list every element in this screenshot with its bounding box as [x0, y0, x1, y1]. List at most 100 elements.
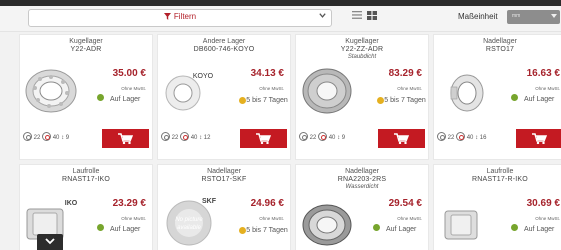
unit-dropdown-value: mm: [512, 13, 521, 19]
product-category: Laufrolle: [72, 168, 100, 175]
availability-dot: [97, 94, 104, 101]
availability-dot: [97, 224, 104, 231]
dimensions: 22 40 ↕ 9: [23, 132, 69, 141]
needle-bearing-image[interactable]: [437, 63, 493, 117]
availability-text: Auf Lager: [524, 96, 555, 103]
product-price: 83.29 €: [388, 68, 422, 79]
availability-dot: [511, 94, 518, 101]
toolbar: Filtern Maßeinheit mm: [0, 6, 561, 32]
availability-text: Auf Lager: [386, 226, 417, 233]
product-price: 23.29 €: [112, 198, 146, 209]
tax-note: Ohne MwSt.: [535, 86, 560, 91]
cart-icon: [118, 133, 133, 144]
width-icon: ↕: [475, 135, 479, 141]
outer-diameter-icon: [42, 132, 52, 141]
product-price: 16.63 €: [526, 68, 560, 79]
add-to-cart-button[interactable]: [240, 129, 287, 148]
caret-down-icon: [551, 14, 557, 18]
grid-view-icon[interactable]: [367, 11, 377, 20]
chevron-down-icon: [319, 13, 326, 18]
product-category: Laufrolle: [486, 168, 514, 175]
product-model[interactable]: RNAST17-R-IKO: [434, 176, 561, 184]
add-to-cart-button[interactable]: [516, 129, 561, 148]
product-subtitle: Wasserdicht: [345, 184, 379, 190]
tax-note: Ohne MwSt.: [259, 86, 284, 91]
product-subtitle: Staubdicht: [347, 54, 377, 60]
product-model[interactable]: DB600-746-KOYO: [158, 46, 290, 54]
dimensions: 22 40 ↕ 16: [437, 132, 486, 141]
product-card[interactable]: Kugellager Y22-ADR 35.00 € Ohne MwSt. Au…: [19, 34, 153, 160]
placeholder-text: No picture: [175, 217, 203, 223]
unit-dropdown[interactable]: mm: [507, 10, 560, 24]
filter-dropdown-label: Filtern: [29, 12, 331, 21]
tax-note: Ohne MwSt.: [121, 86, 146, 91]
width-icon: ↕: [61, 135, 65, 141]
availability-dot: [373, 224, 380, 231]
inner-diameter-icon: [437, 132, 446, 141]
product-category: Kugellager: [69, 38, 103, 45]
funnel-icon: [163, 13, 171, 20]
product-card[interactable]: Nadellager RSTO17-SKF No picture availab…: [157, 164, 291, 250]
tax-note: Ohne MwSt.: [535, 216, 560, 221]
cart-icon: [394, 133, 409, 144]
scroll-down-button[interactable]: [37, 234, 63, 250]
availability-text: Auf Lager: [110, 96, 141, 103]
koyo-bearing-image[interactable]: KOYO: [161, 63, 217, 117]
product-category: Nadellager: [345, 168, 379, 175]
outer-diameter-icon: [456, 132, 466, 141]
chevron-down-icon: [45, 238, 55, 245]
product-price: 24.96 €: [250, 198, 284, 209]
product-model[interactable]: Y22-ADR: [20, 46, 152, 54]
product-price: 30.69 €: [526, 198, 560, 209]
outer-diameter-icon: [180, 132, 190, 141]
unit-label: Maßeinheit: [458, 12, 498, 21]
filter-dropdown[interactable]: Filtern: [28, 9, 332, 27]
product-model[interactable]: RNAST17-IKO: [20, 176, 152, 184]
add-to-cart-button[interactable]: [102, 129, 149, 148]
width-icon: ↕: [199, 135, 203, 141]
product-price: 35.00 €: [112, 68, 146, 79]
product-model[interactable]: RSTO17-SKF: [158, 176, 290, 184]
product-price: 29.54 €: [388, 198, 422, 209]
availability-dot: [511, 224, 518, 231]
brand-logo: SKF: [202, 198, 217, 205]
width-icon: ↕: [337, 135, 341, 141]
placeholder-text: available: [177, 225, 201, 231]
inner-diameter-icon: [161, 132, 170, 141]
product-card[interactable]: Kugellager Y22-ZZ-ADR Staubdicht 83.29 €…: [295, 34, 429, 160]
product-category: Nadellager: [483, 38, 517, 45]
needle-roller-bearing-image[interactable]: [299, 193, 355, 247]
product-category: Andere Lager: [202, 38, 246, 45]
ball-bearing-image[interactable]: [23, 63, 79, 117]
dimensions: 22 40 ↕ 12: [161, 132, 210, 141]
outer-diameter-icon: [318, 132, 328, 141]
product-model[interactable]: RSTO17: [434, 46, 561, 54]
sealed-bearing-image[interactable]: [299, 63, 355, 117]
brand-logo: IKO: [65, 200, 78, 207]
availability-text: Auf Lager: [110, 226, 141, 233]
product-card[interactable]: Nadellager RNA2203-2RS Wasserdicht 29.54…: [295, 164, 429, 250]
product-card[interactable]: Laufrolle RNAST17-R-IKO 30.69 € Ohne MwS…: [433, 164, 561, 250]
product-price: 34.13 €: [250, 68, 284, 79]
add-to-cart-button[interactable]: [378, 129, 425, 148]
availability-text: 5 bis 7 Tagen: [384, 97, 426, 104]
tax-note: Ohne MwSt.: [397, 86, 422, 91]
brand-logo: KOYO: [193, 73, 214, 80]
availability-text: Auf Lager: [524, 226, 555, 233]
product-card[interactable]: Andere Lager DB600-746-KOYO KOYO 34.13 €…: [157, 34, 291, 160]
availability-text: 5 bis 7 Tagen: [246, 227, 288, 234]
product-model[interactable]: RNA2203-2RS: [296, 176, 428, 184]
availability-text: 5 bis 7 Tagen: [246, 97, 288, 104]
product-model[interactable]: Y22-ZZ-ADR: [296, 46, 428, 54]
product-category: Nadellager: [207, 168, 241, 175]
tax-note: Ohne MwSt.: [259, 216, 284, 221]
inner-diameter-icon: [299, 132, 308, 141]
tax-note: Ohne MwSt.: [397, 216, 422, 221]
inner-diameter-icon: [23, 132, 32, 141]
product-card[interactable]: Nadellager RSTO17 16.63 € Ohne MwSt. Auf…: [433, 34, 561, 160]
tax-note: Ohne MwSt.: [121, 216, 146, 221]
dimensions: 22 40 ↕ 9: [299, 132, 345, 141]
cam-follower-image[interactable]: [437, 193, 493, 247]
list-view-icon[interactable]: [352, 11, 362, 19]
no-picture-placeholder-image[interactable]: No picture available SKF: [161, 193, 217, 247]
